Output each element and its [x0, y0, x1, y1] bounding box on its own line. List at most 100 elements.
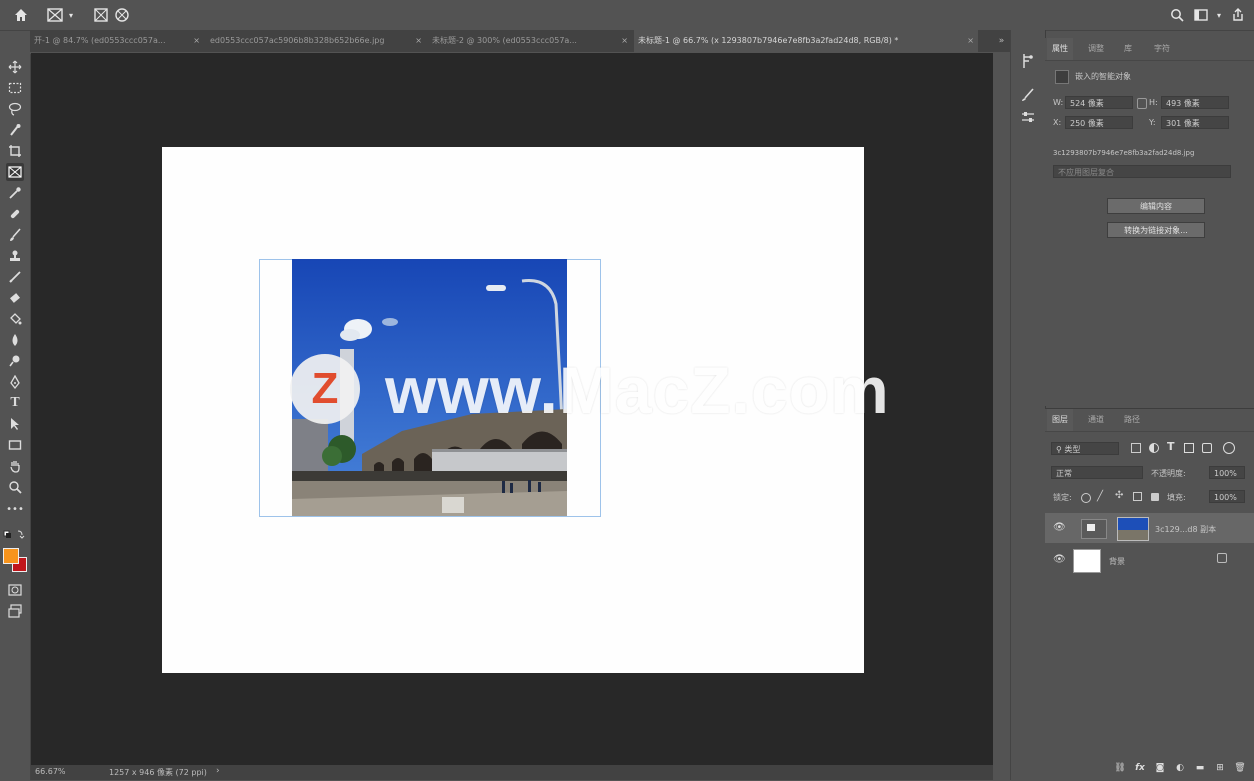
edit-contents-button[interactable]: 编辑内容: [1107, 198, 1205, 214]
eye-icon[interactable]: 👁: [1053, 522, 1066, 533]
delete-layer-icon[interactable]: 🗑: [1234, 763, 1245, 773]
link-icon[interactable]: [1137, 98, 1147, 109]
adjustment-layer-icon[interactable]: ◐: [1175, 763, 1185, 773]
tab-document[interactable]: ed0553ccc057ac5906b8b328b652b66e.jpg ×: [206, 30, 426, 52]
rectangle-tool-icon[interactable]: [6, 436, 24, 454]
lock-all-icon[interactable]: [1151, 493, 1159, 501]
opacity-field[interactable]: 100%: [1209, 466, 1245, 479]
frame-tool-icon[interactable]: [6, 163, 24, 181]
panel-collapse-icon[interactable]: »: [993, 30, 1010, 52]
share-icon[interactable]: [1229, 6, 1247, 24]
tab-layers[interactable]: 图层: [1047, 409, 1073, 431]
blend-mode-select[interactable]: 正常: [1051, 466, 1143, 479]
new-group-icon[interactable]: ▬: [1195, 763, 1205, 773]
more-tools-icon[interactable]: •••: [6, 500, 24, 518]
path-select-icon[interactable]: [6, 415, 24, 433]
healing-brush-icon[interactable]: [6, 205, 24, 223]
chevron-down-icon[interactable]: ▾: [1214, 6, 1224, 24]
stamp-tool-icon[interactable]: [6, 247, 24, 265]
new-layer-icon[interactable]: ⊞: [1215, 763, 1225, 773]
move-tool-icon[interactable]: [6, 58, 24, 76]
document-tabs: 开-1 @ 84.7% (ed0553ccc057a... × ed0553ccc…: [30, 30, 1010, 52]
pen-tool-icon[interactable]: [6, 373, 24, 391]
workspace-icon[interactable]: [1192, 6, 1210, 24]
tab-active-document[interactable]: 未标题-1 @ 66.7% (x 1293807b7946e7e8fb3a2fa…: [634, 30, 978, 52]
filter-adjustment-icon[interactable]: [1149, 443, 1159, 453]
tab-document[interactable]: 开-1 @ 84.7% (ed0553ccc057a... ×: [30, 30, 204, 52]
height-field[interactable]: 493 像素: [1161, 96, 1229, 109]
link-layers-icon[interactable]: ⛓: [1114, 763, 1125, 773]
object-type-label: 嵌入的智能对象: [1075, 72, 1131, 81]
foreground-color-swatch[interactable]: [3, 548, 19, 564]
layer-name[interactable]: 背景: [1109, 556, 1125, 567]
eye-icon[interactable]: 👁: [1053, 554, 1066, 565]
marquee-tool-icon[interactable]: [6, 79, 24, 97]
properties-panel-icon[interactable]: [1019, 52, 1037, 70]
zoom-level[interactable]: 66.67%: [35, 767, 66, 776]
filter-smart-object-icon[interactable]: [1202, 443, 1212, 453]
layer-row-smart-object[interactable]: 👁 3c129...d8 副本: [1045, 513, 1254, 543]
layer-row-background[interactable]: 👁 背景: [1045, 545, 1254, 575]
y-field[interactable]: 301 像素: [1161, 116, 1229, 129]
paint-bucket-icon[interactable]: [6, 310, 24, 328]
width-field[interactable]: 524 像素: [1065, 96, 1133, 109]
fill-field[interactable]: 100%: [1209, 490, 1245, 503]
frame-tool-icon[interactable]: [46, 6, 64, 24]
rect-frame-icon[interactable]: [92, 6, 110, 24]
screen-mode-icon[interactable]: [6, 602, 24, 620]
options-bar: ▾ ▾: [0, 0, 1254, 31]
filter-type-icon[interactable]: T: [1167, 440, 1175, 453]
filter-toggle-icon[interactable]: [1223, 442, 1235, 454]
zoom-tool-icon[interactable]: [6, 478, 24, 496]
brush-settings-icon[interactable]: [1019, 86, 1037, 104]
layer-name[interactable]: 3c129...d8 副本: [1155, 524, 1216, 535]
add-mask-icon[interactable]: ◙: [1155, 763, 1165, 773]
tab-character[interactable]: 字符: [1149, 38, 1175, 60]
fx-icon[interactable]: fx: [1135, 763, 1145, 773]
tab-adjustments[interactable]: 调整: [1083, 38, 1109, 60]
close-icon[interactable]: ×: [621, 30, 628, 52]
brush-tool-icon[interactable]: [6, 226, 24, 244]
quick-mask-icon[interactable]: [6, 581, 24, 599]
tab-properties[interactable]: 属性: [1047, 38, 1073, 60]
hand-tool-icon[interactable]: [6, 457, 24, 475]
filter-shape-icon[interactable]: [1184, 443, 1194, 453]
x-field[interactable]: 250 像素: [1065, 116, 1133, 129]
quick-select-icon[interactable]: [6, 121, 24, 139]
swap-colors-icon[interactable]: [3, 525, 25, 543]
dodge-tool-icon[interactable]: [6, 352, 24, 370]
close-icon[interactable]: ×: [967, 30, 974, 52]
properties-panel: 属性 调整 库 字符 嵌入的智能对象 W: 524 像素 H: 493 像素 X…: [1045, 38, 1254, 406]
w-label: W:: [1053, 98, 1064, 107]
lock-pixels-icon[interactable]: ╱: [1097, 491, 1103, 502]
tab-channels[interactable]: 通道: [1083, 409, 1109, 431]
tab-paths[interactable]: 路径: [1119, 409, 1145, 431]
lock-position-icon[interactable]: ✣: [1115, 490, 1123, 501]
chevron-down-icon[interactable]: ▾: [66, 6, 76, 24]
filter-pixel-icon[interactable]: [1131, 443, 1141, 453]
history-brush-icon[interactable]: [6, 268, 24, 286]
crop-tool-icon[interactable]: [6, 142, 24, 160]
chevron-right-icon[interactable]: ›: [216, 766, 220, 776]
adjust-sliders-icon[interactable]: [1019, 108, 1037, 126]
home-icon[interactable]: [12, 6, 30, 24]
type-tool-icon[interactable]: T: [6, 394, 24, 412]
close-icon[interactable]: ×: [415, 30, 422, 52]
eyedropper-icon[interactable]: [6, 184, 24, 202]
lock-artboard-icon[interactable]: [1133, 492, 1142, 501]
tab-libraries[interactable]: 库: [1119, 38, 1137, 60]
lasso-tool-icon[interactable]: [6, 100, 24, 118]
eraser-icon[interactable]: [6, 289, 24, 307]
status-bar: 66.67% 1257 x 946 像素 (72 ppi) ›: [31, 765, 993, 780]
lock-transparency-icon[interactable]: [1081, 493, 1091, 503]
fill-label: 填充:: [1167, 493, 1186, 502]
source-filename: 3c1293807b7946e7e8fb3a2fad24d8.jpg: [1053, 149, 1195, 157]
tab-document[interactable]: 未标题-2 @ 300% (ed0553ccc057a... ×: [428, 30, 632, 52]
layer-comp-select[interactable]: 不应用图层复合: [1053, 165, 1231, 178]
layer-filter-select[interactable]: ⚲ 类型: [1051, 442, 1119, 455]
convert-to-linked-button[interactable]: 转换为链接对象...: [1107, 222, 1205, 238]
close-icon[interactable]: ×: [193, 30, 200, 52]
blur-tool-icon[interactable]: [6, 331, 24, 349]
ellipse-frame-icon[interactable]: [113, 6, 131, 24]
search-icon[interactable]: [1168, 6, 1186, 24]
